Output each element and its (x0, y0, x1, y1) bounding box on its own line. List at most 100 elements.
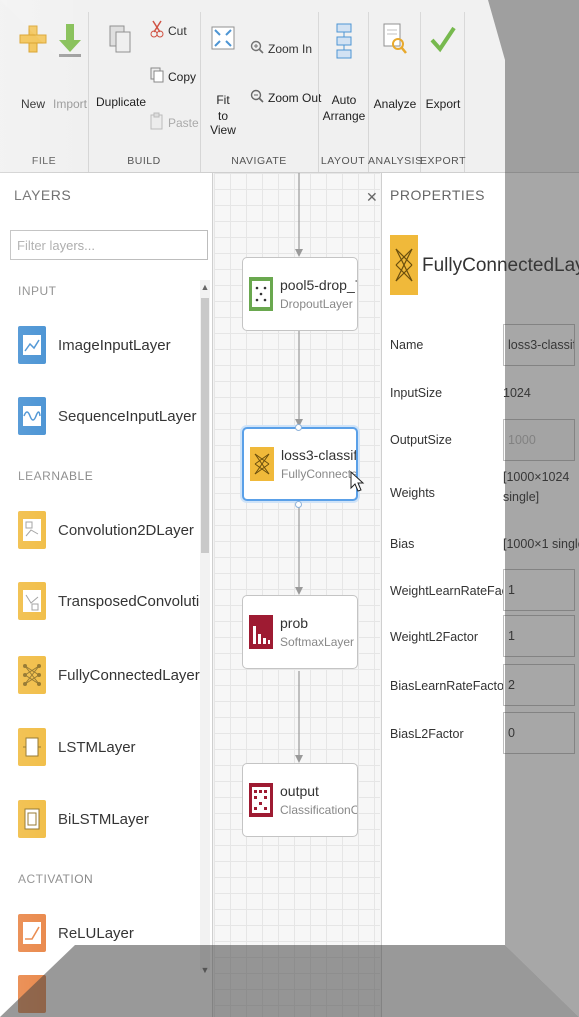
layer-item-convolution2d[interactable]: Convolution2DLayer (18, 509, 203, 551)
section-analysis: ANALYSIS (368, 155, 423, 167)
analyze-button[interactable]: Analyze (372, 22, 418, 111)
analyze-magnifier-icon (372, 22, 418, 63)
copy-label: Copy (168, 69, 197, 84)
export-button[interactable]: Export (424, 22, 462, 111)
layer-item-transposed-convolution[interactable]: TransposedConvolution2... (18, 580, 203, 622)
relu-icon (18, 914, 46, 952)
section-layout: LAYOUT (320, 155, 366, 167)
duplicate-button[interactable]: Duplicate (96, 22, 146, 109)
divider (464, 12, 465, 172)
node-name: loss3-classifier (281, 447, 356, 463)
convolution-icon (18, 511, 46, 549)
collapse-icon[interactable]: ✕ (366, 189, 378, 206)
zoom-in-button[interactable]: Zoom In (250, 40, 312, 57)
layers-panel-title: LAYERS (14, 187, 72, 203)
node-name: prob (280, 615, 309, 631)
scroll-up-icon[interactable]: ▲ (200, 282, 210, 292)
scroll-down-icon[interactable]: ▼ (200, 965, 210, 975)
layer-item-relu[interactable]: ReLULayer (18, 912, 203, 954)
prop-label-biasl2factor: BiasL2Factor (390, 727, 464, 741)
image-input-icon (18, 326, 46, 364)
weights-value-line1: [1000×1024 (503, 470, 570, 484)
node-output[interactable]: output ClassificationO... (242, 763, 358, 837)
bilstm-icon (18, 800, 46, 838)
zoom-in-label: Zoom In (268, 41, 313, 56)
import-arrow-icon (52, 22, 88, 61)
layer-item-label: LSTMLayer (58, 738, 136, 756)
import-button[interactable]: Import (52, 22, 88, 111)
layer-item-lstm[interactable]: LSTMLayer (18, 726, 203, 768)
prop-label-outputsize: OutputSize (390, 433, 452, 447)
weightlearnratefactor-field[interactable]: 1 (503, 569, 575, 611)
layer-item-bilstm[interactable]: BiLSTMLayer (18, 798, 203, 840)
cut-button[interactable]: Cut (150, 20, 187, 41)
node-name: pool5-drop_7... (280, 277, 357, 293)
mouse-cursor-icon (350, 471, 365, 492)
fully-connected-icon (18, 656, 46, 694)
node-type: FullyConnected... (281, 467, 356, 481)
lstm-icon (18, 728, 46, 766)
auto-arrange-button[interactable]: Auto Arrange (322, 22, 366, 123)
layer-item-image-input[interactable]: ImageInputLayer (18, 324, 203, 366)
layer-item-next[interactable] (18, 974, 203, 1014)
name-field[interactable]: loss3-classifier (503, 324, 575, 366)
layer-item-sequence-input[interactable]: SequenceInputLayer (18, 395, 203, 437)
toolstrip: New Import Duplicate Cut Copy Paste Fit … (0, 0, 579, 173)
layers-scrollbar-thumb[interactable] (201, 298, 209, 553)
auto-label-2: Arrange (322, 109, 366, 123)
checkmark-icon (424, 22, 462, 61)
deep-network-designer-window: New Import Duplicate Cut Copy Paste Fit … (0, 0, 579, 1017)
layer-item-label: ReLULayer (58, 924, 134, 942)
paste-button[interactable]: Paste (150, 112, 199, 133)
group-learnable: LEARNABLE (18, 469, 94, 483)
auto-arrange-icon (322, 22, 366, 63)
fit-to-view-icon (204, 22, 242, 59)
prop-label-biaslearnratefactor: BiasLearnRateFactor (390, 679, 509, 693)
section-export: EXPORT (420, 155, 466, 167)
node-type: DropoutLayer (280, 297, 353, 311)
properties-panel: ✕ PROPERTIES FullyConnectedLayer Name lo… (366, 173, 579, 1017)
node-prob[interactable]: prob SoftmaxLayer (242, 595, 358, 669)
network-canvas[interactable]: pool5-drop_7... DropoutLayer loss3-class… (214, 173, 380, 1017)
input-port[interactable] (295, 424, 302, 431)
zoom-out-icon (250, 89, 264, 106)
layer-type-heading: FullyConnectedLayer (422, 255, 579, 276)
node-pool5-drop[interactable]: pool5-drop_7... DropoutLayer (242, 257, 358, 331)
node-text: pool5-drop_7... DropoutLayer (280, 277, 357, 311)
biaslearnratefactor-field[interactable]: 2 (503, 664, 575, 706)
biasl2factor-field[interactable]: 0 (503, 712, 575, 754)
copy-button[interactable]: Copy (150, 66, 196, 87)
zoom-in-icon (250, 40, 264, 57)
divider (88, 12, 89, 172)
import-label: Import (52, 97, 87, 111)
weightl2factor-field[interactable]: 1 (503, 615, 575, 657)
export-label: Export (425, 97, 461, 111)
scissors-icon (150, 20, 164, 41)
softmax-icon (247, 608, 275, 656)
zoom-out-button[interactable]: Zoom Out (250, 89, 321, 106)
node-text: prob SoftmaxLayer (280, 615, 354, 649)
new-plus-icon (14, 22, 52, 59)
inputsize-value: 1024 (503, 386, 531, 400)
outputsize-field[interactable]: 1000 (503, 419, 575, 461)
fully-connected-layer-icon (390, 235, 418, 300)
layer-item-fully-connected[interactable]: FullyConnectedLayer (18, 654, 203, 696)
filter-layers-input[interactable] (10, 230, 208, 260)
fit-to-view-button[interactable]: Fit to View (204, 22, 242, 137)
section-navigate: NAVIGATE (231, 155, 287, 167)
bias-value: [1000×1 single] (503, 537, 579, 551)
node-type: SoftmaxLayer (280, 635, 355, 649)
group-activation: ACTIVATION (18, 872, 94, 886)
prop-label-weightl2factor: WeightL2Factor (390, 630, 479, 644)
prop-label-inputsize: InputSize (390, 386, 443, 400)
auto-label-1: Auto (331, 93, 357, 107)
prop-label-name: Name (390, 338, 424, 352)
fully-connected-node-icon (248, 440, 276, 488)
fit-label-1: Fit (216, 93, 230, 107)
node-loss3-classifier[interactable]: loss3-classifier FullyConnected... (242, 427, 358, 501)
node-text: loss3-classifier FullyConnected... (281, 447, 356, 481)
cut-label: Cut (168, 23, 187, 38)
output-port[interactable] (295, 501, 302, 508)
new-button[interactable]: New (14, 22, 52, 111)
section-build: BUILD (127, 155, 161, 167)
